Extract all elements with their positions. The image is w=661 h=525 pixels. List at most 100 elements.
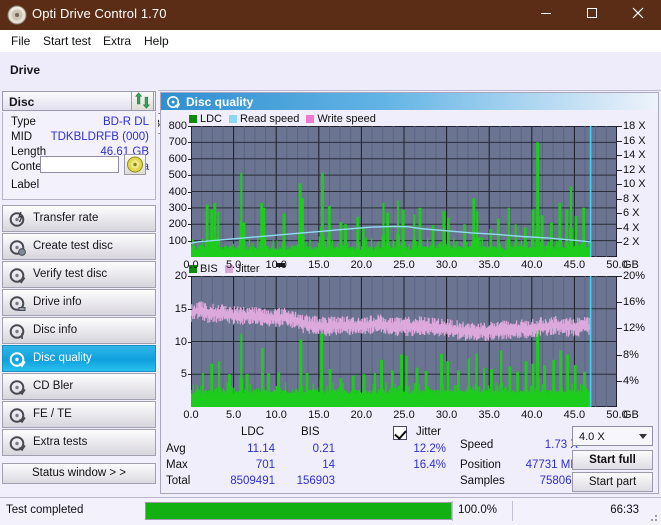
legend-ldc-chart: LDC Read speed Write speed	[189, 113, 383, 125]
y-tick-label: 200	[168, 218, 187, 231]
left-panel: Disc Type BD-R DL MID TDKBLDRFB (000) Le…	[0, 90, 158, 494]
close-button[interactable]	[615, 0, 661, 30]
refresh-icon	[135, 92, 150, 109]
position-stat-label: Position	[460, 459, 501, 471]
sidebar-item-label: Disc info	[33, 324, 78, 336]
sidebar-item-cd-bler[interactable]: CD Bler	[2, 373, 156, 400]
jitter-label: Jitter	[416, 426, 441, 438]
y-tick-label: 400	[168, 185, 187, 198]
bis-jitter-chart[interactable]: 5 10 15 20 4% 8% 12% 16% 20% 0.0 5.0 10.0 15.0 20.0…	[161, 270, 658, 426]
y-tick-label: 5	[180, 368, 187, 381]
sidebar-item-label: Verify test disc	[33, 268, 108, 280]
y2-tick-label: 18 X	[623, 120, 646, 132]
position-stat-value: 47731 MB	[525, 459, 578, 471]
refresh-disc-button[interactable]	[131, 91, 154, 111]
page-title: Disc quality	[186, 95, 254, 109]
legend-swatch	[229, 115, 238, 123]
stats-total-ldc: 8509491	[230, 475, 275, 487]
disc-row-value: BD-R DL	[102, 116, 149, 128]
y2-tick-label: 20%	[623, 270, 646, 282]
x-tick-label: 45.0	[563, 259, 586, 271]
y2-tick-label: 14 X	[623, 149, 646, 162]
x-tick-label: 25.0	[393, 259, 415, 271]
maximize-button[interactable]	[569, 0, 615, 30]
speed-stat-label: Speed	[460, 439, 494, 451]
x-tick-label: 25.0	[393, 409, 415, 421]
start-full-button[interactable]: Start full	[572, 450, 653, 470]
x-tick-label: 20.0	[350, 259, 373, 271]
test-speed-select[interactable]: 4.0 X	[572, 426, 653, 446]
y2-tick-label: 10 X	[623, 178, 646, 191]
samples-stat-value: 758069	[539, 475, 578, 487]
menu-item-file[interactable]: File	[7, 33, 34, 49]
sidebar-item-disc-quality[interactable]: Disc quality	[2, 345, 156, 372]
stats-col-ldc: LDC	[241, 426, 265, 438]
disc-create-icon	[9, 240, 26, 256]
status-window-button[interactable]: Status window > >	[2, 463, 156, 484]
y-tick-label: 600	[168, 152, 187, 165]
status-separator	[512, 501, 513, 521]
x-tick-label: 0.0	[183, 409, 199, 421]
y2-tick	[617, 380, 622, 382]
y-tick-label: 800	[168, 120, 187, 132]
drive-label: Drive	[10, 63, 41, 77]
chevron-down-icon	[639, 434, 647, 439]
sidebar-item-label: Transfer rate	[33, 212, 99, 224]
y-tick	[188, 207, 192, 209]
y2-tick-label: 4 X	[623, 221, 640, 234]
y-tick	[188, 374, 192, 376]
y-tick	[188, 224, 192, 226]
x-tick-label: 40.0	[521, 259, 543, 271]
disc-icon	[7, 5, 27, 25]
y2-tick	[617, 155, 622, 157]
disc-row-mid: MID TDKBLDRFB (000)	[3, 131, 157, 146]
y-tick	[188, 341, 192, 343]
y2-tick-label: 16 X	[623, 134, 646, 147]
y-tick	[188, 126, 192, 127]
y-tick-label: 500	[168, 169, 187, 182]
disc-panel-title: Disc	[9, 95, 35, 109]
x-tick-label: 45.0	[563, 409, 586, 421]
stats-avg-bis: 0.21	[312, 443, 335, 455]
sidebar-item-disc-info[interactable]: Disc info	[2, 317, 156, 344]
disc-label-input[interactable]	[40, 156, 119, 173]
menu-item-extra[interactable]: Extra	[99, 33, 135, 49]
close-icon	[632, 7, 644, 19]
disc-drive-icon	[9, 296, 26, 311]
disc-quality-icon	[167, 95, 181, 109]
legend-label: Read speed	[240, 113, 300, 125]
sidebar-item-create-test-disc[interactable]: Create test disc	[2, 233, 156, 260]
y2-tick	[617, 213, 622, 215]
stats-row-max-label: Max	[166, 459, 188, 471]
maximize-icon	[587, 8, 597, 18]
stats-avg-jitter: 12.2%	[413, 443, 446, 455]
menu-item-help[interactable]: Help	[140, 33, 173, 49]
y2-tick-label: 8 X	[623, 192, 640, 205]
resize-grip[interactable]	[648, 512, 658, 522]
disc-verify-icon	[9, 268, 26, 284]
ldc-chart[interactable]: 100 200 300 400 500 600 700 800 2 X 4 X6 X 8 X 10 …	[161, 120, 658, 276]
y2-tick	[617, 126, 622, 127]
y-tick-label: 700	[168, 136, 187, 149]
x-tick-label: 20.0	[350, 409, 373, 421]
sidebar-item-transfer-rate[interactable]: Transfer rate	[2, 205, 156, 232]
start-part-button[interactable]: Start part	[572, 472, 653, 492]
x-tick-label: 15.0	[308, 409, 330, 421]
x-tick-label: 40.0	[521, 409, 543, 421]
minimize-icon	[541, 13, 551, 14]
progress-percent: 100.0%	[458, 504, 498, 516]
jitter-checkbox[interactable]	[393, 426, 407, 440]
y-tick-label: 100	[168, 234, 187, 247]
y2-tick	[617, 198, 622, 200]
sidebar-item-fe-te[interactable]: FE / TE	[2, 401, 156, 428]
window-title: Opti Drive Control 1.70	[32, 6, 167, 21]
sidebar-item-verify-test-disc[interactable]: Verify test disc	[2, 261, 156, 288]
sidebar-item-extra-tests[interactable]: Extra tests	[2, 429, 156, 456]
minimize-button[interactable]	[523, 0, 569, 30]
sidebar-item-drive-info[interactable]: Drive info	[2, 289, 156, 316]
disc-label-key: Label	[11, 179, 40, 191]
y2-tick	[617, 302, 622, 304]
menu-item-start-test[interactable]: Start test	[39, 33, 95, 49]
disc-label-read-button[interactable]	[124, 154, 146, 175]
y-tick	[188, 158, 192, 160]
